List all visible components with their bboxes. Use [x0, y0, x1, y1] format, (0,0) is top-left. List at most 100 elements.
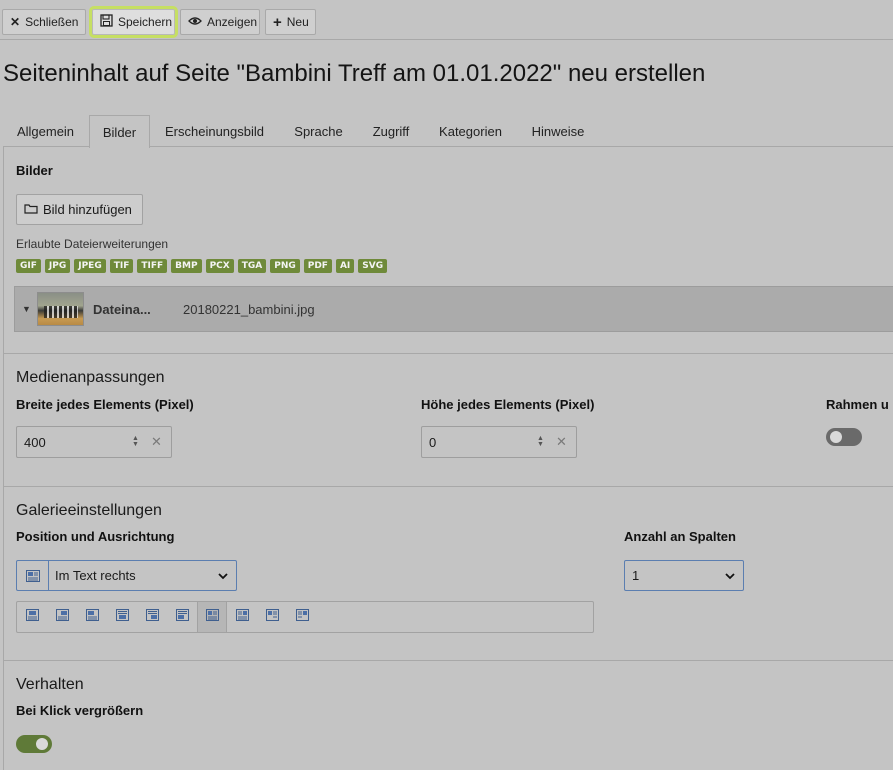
tab-label: Allgemein — [16, 124, 75, 139]
click-enlarge-toggle[interactable] — [16, 735, 52, 753]
extension-badge: SVG — [358, 259, 388, 273]
eye-icon — [188, 15, 202, 29]
position-preview-icon — [17, 561, 49, 590]
tab-label: Erscheinungsbild — [164, 124, 264, 139]
position-above-left-icon — [85, 608, 99, 626]
media-heading: Medienanpassungen — [16, 369, 165, 386]
close-icon: ✕ — [10, 15, 21, 29]
view-button-label: Anzeigen — [207, 15, 258, 29]
position-option[interactable] — [107, 602, 137, 632]
toolbar-divider — [0, 39, 893, 40]
clear-icon[interactable]: ✕ — [556, 434, 567, 450]
extension-list: GIF JPG JPEG TIF TIFF BMP PCX TGA PNG PDF AI SVG — [16, 255, 391, 273]
close-button[interactable]: ✕ Schließen — [2, 9, 86, 35]
columns-value: 1 — [632, 568, 640, 583]
tab-hinweise[interactable]: Hinweise — [518, 115, 598, 147]
chevron-down-icon — [725, 568, 743, 583]
tab-bilder[interactable]: Bilder — [89, 115, 150, 148]
position-below-right-icon — [145, 608, 159, 626]
position-beside-left-icon — [295, 608, 309, 626]
save-button-label: Speichern — [118, 15, 173, 29]
section-divider — [4, 486, 893, 487]
extension-badge: AI — [335, 259, 355, 273]
tab-allgemein[interactable]: Allgemein — [3, 115, 88, 147]
view-button[interactable]: Anzeigen — [180, 9, 260, 35]
border-toggle[interactable] — [826, 428, 862, 446]
tab-panel: Bilder Bild hinzufügen Erlaubte Dateierw… — [3, 147, 893, 770]
extension-badge: PCX — [205, 259, 234, 273]
position-label: Position und Ausrichtung — [16, 529, 175, 544]
new-button[interactable]: + Neu — [265, 9, 316, 35]
height-input[interactable]: 0 ▲ ▼ ✕ — [421, 426, 577, 458]
columns-select[interactable]: 1 — [624, 560, 744, 591]
columns-label: Anzahl an Spalten — [624, 529, 736, 544]
file-thumbnail — [37, 292, 84, 326]
add-image-label: Bild hinzufügen — [43, 202, 132, 217]
new-button-label: Neu — [286, 15, 309, 29]
tab-zugriff[interactable]: Zugriff — [359, 115, 423, 147]
file-reference-row[interactable]: ▼ Dateina... 20180221_bambini.jpg — [14, 286, 893, 332]
position-option[interactable] — [287, 602, 317, 632]
position-below-left-icon — [175, 608, 189, 626]
position-below-center-icon — [115, 608, 129, 626]
chevron-down-icon[interactable]: ▼ — [22, 304, 31, 314]
extension-badge: TIFF — [137, 259, 168, 273]
tab-label: Zugriff — [372, 124, 410, 139]
extension-badge: PDF — [303, 259, 332, 273]
position-option[interactable] — [17, 602, 47, 632]
position-option[interactable] — [137, 602, 167, 632]
toggle-knob — [830, 431, 842, 443]
file-name-value: 20180221_bambini.jpg — [183, 302, 315, 317]
section-divider — [4, 353, 893, 354]
tab-label: Sprache — [294, 124, 343, 139]
position-above-right-icon — [55, 608, 69, 626]
chevron-down-icon — [218, 568, 236, 583]
position-option[interactable] — [167, 602, 197, 632]
position-intext-left-icon — [235, 608, 249, 626]
gallery-heading: Galerieeinstellungen — [16, 502, 162, 519]
save-icon — [100, 14, 113, 30]
position-button-group — [16, 601, 594, 633]
stepper-icon[interactable]: ▲ ▼ — [132, 435, 139, 448]
save-button[interactable]: Speichern — [89, 6, 178, 38]
tab-bar: Allgemein Bilder Erscheinungsbild Sprach… — [3, 115, 893, 148]
behaviour-heading: Verhalten — [16, 676, 84, 693]
position-option[interactable] — [47, 602, 77, 632]
images-heading: Bilder — [16, 163, 53, 178]
plus-icon: + — [273, 13, 282, 31]
position-option-active[interactable] — [197, 602, 227, 632]
extension-badge: JPG — [44, 259, 71, 273]
extension-badge: GIF — [16, 259, 41, 273]
toggle-knob — [36, 738, 48, 750]
folder-icon — [24, 202, 38, 217]
height-label: Höhe jedes Elements (Pixel) — [421, 397, 595, 412]
position-value: Im Text rechts — [55, 568, 136, 583]
extension-badge: PNG — [270, 259, 300, 273]
file-name-label: Dateina... — [93, 302, 151, 317]
close-button-label: Schließen — [25, 15, 79, 29]
page-title: Seiteninhalt auf Seite "Bambini Treff am… — [3, 60, 706, 87]
position-option[interactable] — [257, 602, 287, 632]
extension-badge: TGA — [237, 259, 267, 273]
tab-erscheinungsbild[interactable]: Erscheinungsbild — [153, 115, 276, 147]
extension-badge: JPEG — [74, 259, 106, 273]
extension-badge: TIF — [109, 259, 134, 273]
clear-icon[interactable]: ✕ — [151, 434, 162, 450]
click-enlarge-label: Bei Klick vergrößern — [16, 703, 144, 718]
tab-kategorien[interactable]: Kategorien — [426, 115, 515, 147]
stepper-icon[interactable]: ▲ ▼ — [537, 435, 544, 448]
add-image-button[interactable]: Bild hinzufügen — [16, 194, 143, 225]
position-above-center-icon — [25, 608, 39, 626]
width-value: 400 — [24, 434, 46, 450]
position-option[interactable] — [77, 602, 107, 632]
width-input[interactable]: 400 ▲ ▼ ✕ — [16, 426, 172, 458]
position-option[interactable] — [227, 602, 257, 632]
tab-label: Hinweise — [531, 124, 585, 139]
position-select[interactable]: Im Text rechts — [16, 560, 237, 591]
tab-sprache[interactable]: Sprache — [281, 115, 356, 147]
height-value: 0 — [429, 434, 437, 450]
section-divider — [4, 660, 893, 661]
tab-label: Bilder — [102, 124, 137, 140]
position-intext-right-icon — [205, 608, 219, 626]
width-label: Breite jedes Elements (Pixel) — [16, 397, 194, 412]
